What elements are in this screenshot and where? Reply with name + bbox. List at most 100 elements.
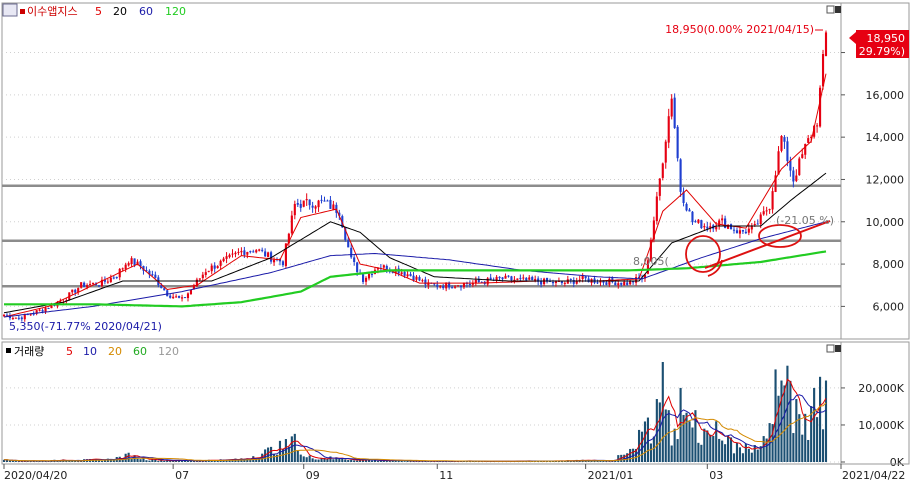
legend-ma20: 20 (113, 5, 127, 18)
volume-bar (670, 445, 673, 462)
candle-body (792, 170, 795, 182)
candle-body (584, 276, 587, 279)
candle-body (169, 295, 172, 298)
candle-body (762, 211, 765, 215)
maximize-icon[interactable] (826, 5, 835, 14)
volume-bar (703, 428, 706, 462)
candle-body (412, 275, 415, 281)
candle-body (724, 218, 727, 228)
volume-bar (741, 453, 744, 462)
candle-body (178, 295, 181, 298)
candle-body (626, 282, 629, 285)
price-panel-frame (1, 2, 842, 340)
volume-bar (750, 452, 753, 462)
volume-bar (712, 436, 715, 462)
candle-body (507, 275, 510, 277)
volume-bar (284, 439, 287, 462)
volume-bar (753, 445, 756, 462)
candle-body (783, 137, 786, 142)
candle-body (551, 281, 555, 284)
volume-bar (350, 459, 353, 462)
volume-bar (100, 460, 103, 462)
candle-body (186, 293, 190, 299)
candle-body (768, 209, 771, 211)
candle-body (106, 281, 109, 283)
volume-bar (724, 444, 727, 462)
candle-body (756, 223, 759, 225)
candle-body (477, 279, 480, 283)
candle-body (694, 221, 697, 223)
candle-body (112, 277, 115, 279)
candle-body (249, 251, 252, 253)
candle-body (97, 285, 101, 287)
candle-body (281, 261, 285, 266)
volume-bar (290, 436, 293, 462)
candle-body (130, 258, 133, 265)
candle-body (587, 278, 590, 283)
legend-ma120: 120 (165, 5, 186, 18)
candle-body (635, 277, 638, 283)
candle-body (222, 258, 225, 262)
volume-bar (267, 447, 270, 462)
legend-volume-label: 거래량 (14, 345, 44, 358)
volume-bar (157, 461, 160, 462)
legend-ma60: 60 (139, 5, 153, 18)
volume-bar (148, 460, 151, 462)
volume-bar (756, 449, 759, 462)
candle-body (213, 265, 216, 269)
volume-bar (821, 429, 825, 462)
candle-body (305, 199, 308, 201)
volume-bar (762, 436, 765, 462)
candle-body (786, 141, 789, 162)
candle-body (563, 282, 566, 284)
volume-bar (356, 460, 359, 462)
volume-bar (293, 433, 296, 462)
close-icon[interactable] (835, 6, 841, 13)
candle-body (172, 296, 175, 299)
volume-bar (667, 410, 670, 462)
volume-bar (798, 414, 801, 462)
candle-body (697, 219, 700, 223)
candle-body (308, 199, 311, 206)
price-tick-label: 6,000 (873, 300, 905, 313)
volume-bar (317, 459, 320, 462)
price-tick-label: 10,000 (866, 216, 905, 229)
candle-body (311, 205, 314, 208)
candle-body (44, 307, 47, 313)
window-buttons-price (826, 5, 841, 14)
candle-body (501, 277, 504, 280)
candle-body (691, 211, 694, 223)
volume-axis-frame (840, 341, 910, 465)
candle-body (664, 141, 667, 163)
candle-body (498, 276, 501, 279)
candle-body (459, 285, 463, 288)
candle-body (272, 259, 276, 263)
candle-body (264, 251, 267, 257)
volume-bar (643, 421, 647, 462)
volume-bar (824, 380, 828, 462)
candle-body (421, 280, 424, 282)
candle-body (676, 126, 679, 159)
low-annotation: 5,350(-71.77% 2020/04/21) (9, 320, 162, 333)
candle-body (41, 310, 44, 312)
candle-body (528, 277, 531, 280)
candle-body (721, 218, 724, 221)
candle-body (302, 200, 305, 207)
volume-panel: 0K 10,000K 20,000K 거래량 5 10 20 60 120 (1, 341, 910, 469)
volume-close-icon[interactable] (835, 345, 841, 352)
candle-body (296, 203, 299, 205)
candle-body (299, 203, 302, 208)
legend-toggle-icon[interactable] (2, 3, 18, 17)
volume-bar (629, 448, 632, 462)
volume-maximize-icon[interactable] (826, 344, 835, 353)
candle-body (38, 309, 41, 311)
candle-body (679, 159, 682, 192)
volume-bar (649, 443, 652, 462)
candle-body (801, 154, 804, 158)
candle-body (267, 252, 270, 258)
candle-body (605, 282, 608, 285)
volume-bar (718, 438, 721, 462)
candle-body (747, 228, 750, 233)
price-tick-label: 14,000 (866, 131, 905, 144)
candle-body (453, 286, 457, 288)
